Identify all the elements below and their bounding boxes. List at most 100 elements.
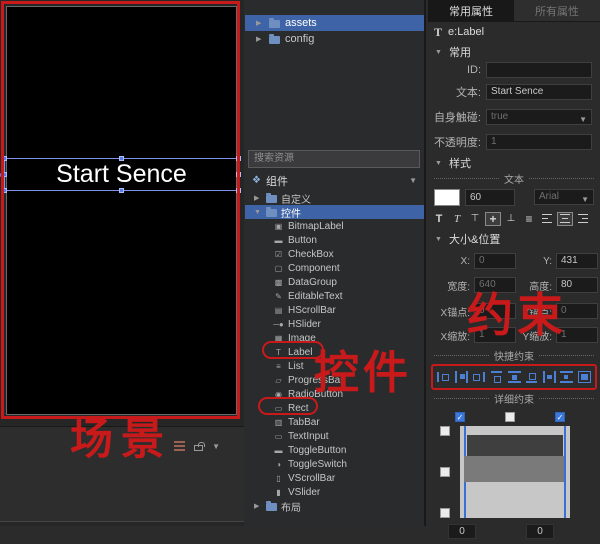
- tree-item-VSlider[interactable]: ▮VSlider: [245, 485, 424, 499]
- align-center-icon[interactable]: [557, 212, 573, 226]
- selection-handle[interactable]: [236, 156, 241, 161]
- stretch-both-icon[interactable]: [578, 371, 591, 383]
- text-color-swatch[interactable]: [434, 189, 460, 206]
- constraint-editor[interactable]: 0 0 ✓ ✓: [440, 412, 580, 544]
- constraint-diagram[interactable]: [460, 426, 570, 518]
- tree-item-Button[interactable]: ▬Button: [245, 233, 424, 247]
- asset-folder-config[interactable]: ▶config: [245, 31, 424, 47]
- align-left-icon[interactable]: [539, 212, 555, 226]
- tree-item-ToggleSwitch[interactable]: ◑ToggleSwitch: [245, 457, 424, 471]
- selection-handle[interactable]: [119, 156, 124, 161]
- scene-panel: Start Sence 场景 ▼: [0, 0, 244, 526]
- tree-item-ToggleButton[interactable]: ▬ToggleButton: [245, 443, 424, 457]
- tree-item-VScrollBar[interactable]: ▯VScrollBar: [245, 471, 424, 485]
- constraint-top-checkbox-0[interactable]: ✓: [455, 412, 465, 422]
- tree-item-ProgressBar[interactable]: ▱ProgressBar: [245, 373, 424, 387]
- tree-item-Image[interactable]: ▦Image: [245, 331, 424, 345]
- tree-item-TextInput[interactable]: ▭TextInput: [245, 429, 424, 443]
- tree-item-Rect[interactable]: ▭Rect: [245, 401, 424, 415]
- constraint-top-checkbox-1[interactable]: [505, 412, 515, 422]
- tree-item-HScrollBar[interactable]: ▤HScrollBar: [245, 303, 424, 317]
- tree-item-label: Component: [288, 263, 340, 274]
- pin-bottom-icon[interactable]: [525, 371, 538, 383]
- constraint-left-checkbox-0[interactable]: [440, 426, 450, 436]
- layers-icon[interactable]: [174, 441, 185, 451]
- tree-item-自定义[interactable]: ▶自定义: [245, 191, 424, 205]
- bold-icon[interactable]: [431, 212, 447, 226]
- chevron-down-icon[interactable]: ▼: [254, 209, 262, 216]
- tab-all-properties[interactable]: 所有属性: [514, 0, 600, 21]
- selection-handle[interactable]: [236, 172, 241, 177]
- progressbar-icon: ▱: [272, 376, 285, 385]
- italic-icon[interactable]: [449, 212, 465, 226]
- selection-handle[interactable]: [2, 188, 7, 193]
- scale-y-field[interactable]: 1: [556, 327, 598, 343]
- tree-item-List[interactable]: ≡List: [245, 359, 424, 373]
- pin-top-icon[interactable]: [490, 371, 503, 383]
- section-common[interactable]: ▼ 常用: [428, 44, 600, 60]
- label-selection-box[interactable]: Start Sence: [4, 158, 239, 191]
- chevron-down-icon[interactable]: ▼: [212, 442, 220, 451]
- valign-bottom-icon[interactable]: [503, 212, 519, 226]
- tree-item-CheckBox[interactable]: ☑CheckBox: [245, 247, 424, 261]
- selection-handle[interactable]: [2, 156, 7, 161]
- vslider-icon: ▮: [272, 488, 285, 497]
- valign-justify-icon[interactable]: [521, 212, 537, 226]
- scene-canvas[interactable]: Start Sence: [6, 6, 237, 415]
- constraint-left-field[interactable]: 0: [448, 524, 476, 539]
- chevron-down-icon[interactable]: ▼: [409, 176, 417, 185]
- pin-vcenter-icon[interactable]: [508, 371, 521, 383]
- tree-item-Component[interactable]: ▢Component: [245, 261, 424, 275]
- tree-item-控件[interactable]: ▼控件: [245, 205, 424, 219]
- tree-item-BitmapLabel[interactable]: ▣BitmapLabel: [245, 219, 424, 233]
- id-field[interactable]: [486, 62, 592, 78]
- tree-item-DataGroup[interactable]: ▩DataGroup: [245, 275, 424, 289]
- constraint-left-checkbox-2[interactable]: [440, 508, 450, 518]
- section-style[interactable]: ▼ 样式: [428, 155, 600, 171]
- y-field[interactable]: 431: [556, 253, 598, 269]
- search-input[interactable]: 搜索资源: [248, 150, 420, 168]
- opacity-field[interactable]: 1: [486, 134, 592, 150]
- chevron-down-icon: ▼: [435, 49, 443, 56]
- constraint-left-checkbox-1[interactable]: [440, 467, 450, 477]
- asset-folder-assets[interactable]: ▶assets: [245, 15, 424, 31]
- scale-x-label: X缩放:: [434, 328, 474, 343]
- stretch-h-icon[interactable]: [543, 371, 556, 383]
- scale-x-field[interactable]: 1: [474, 327, 516, 343]
- tree-item-TabBar[interactable]: ▥TabBar: [245, 415, 424, 429]
- x-field[interactable]: 0: [474, 253, 516, 269]
- valign-top-icon[interactable]: [467, 212, 483, 226]
- stretch-v-icon[interactable]: [560, 371, 573, 383]
- tabbar-icon: ▥: [272, 418, 285, 427]
- anchor-x-field[interactable]: 0: [474, 303, 516, 319]
- tree-item-布局[interactable]: ▶布局: [245, 499, 424, 513]
- unlock-icon[interactable]: [194, 445, 203, 451]
- chevron-right-icon[interactable]: ▶: [254, 502, 262, 510]
- constraint-right-field[interactable]: 0: [526, 524, 554, 539]
- chevron-right-icon[interactable]: ▶: [254, 194, 262, 202]
- font-family-select[interactable]: Arial▼: [534, 189, 594, 205]
- tree-item-label: HSlider: [288, 319, 321, 330]
- valign-middle-icon[interactable]: [485, 212, 501, 226]
- align-right-icon[interactable]: [575, 212, 591, 226]
- components-header[interactable]: ❖ 组件 ▼: [245, 172, 424, 189]
- scene-label[interactable]: Start Sence: [5, 159, 238, 190]
- pin-left-icon[interactable]: [437, 371, 450, 383]
- pin-hcenter-icon[interactable]: [455, 371, 468, 383]
- tree-item-RadioButton[interactable]: ◉RadioButton: [245, 387, 424, 401]
- height-field[interactable]: 80: [556, 277, 598, 293]
- section-size-position[interactable]: ▼ 大小&位置: [428, 231, 600, 247]
- pin-right-icon[interactable]: [472, 371, 485, 383]
- tree-item-Label[interactable]: TLabel: [245, 345, 424, 359]
- tree-item-EditableText[interactable]: ✎EditableText: [245, 289, 424, 303]
- width-field[interactable]: 640: [474, 277, 516, 293]
- tree-item-HSlider[interactable]: ─●HSlider: [245, 317, 424, 331]
- tab-common-properties[interactable]: 常用属性: [428, 0, 514, 21]
- selection-handle[interactable]: [236, 188, 241, 193]
- anchor-y-field[interactable]: 0: [556, 303, 598, 319]
- text-field[interactable]: Start Sence: [486, 84, 592, 100]
- font-size-field[interactable]: 60: [465, 189, 515, 206]
- selection-handle[interactable]: [119, 188, 124, 193]
- touch-enabled-select[interactable]: true▼: [486, 109, 592, 125]
- constraint-top-checkbox-2[interactable]: ✓: [555, 412, 565, 422]
